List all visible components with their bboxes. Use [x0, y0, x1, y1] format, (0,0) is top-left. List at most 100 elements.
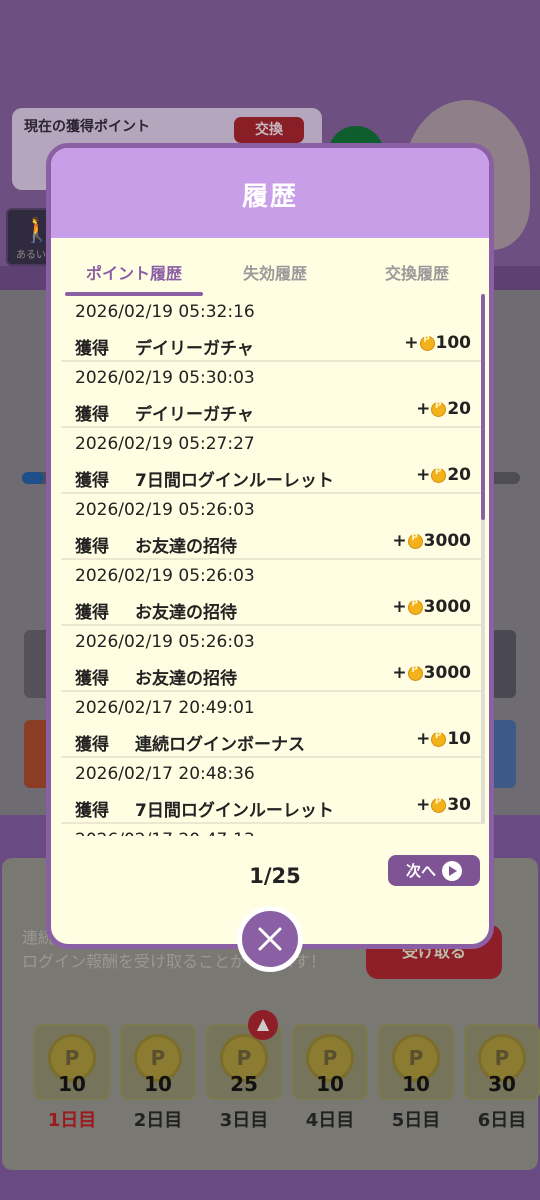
history-item: 2026/02/19 05:30:03 獲得 デイリーガチャ +20 [61, 362, 481, 428]
day-reward: P 10 2日目 [120, 1024, 196, 1154]
history-date: 2026/02/19 05:30:03 [75, 368, 255, 388]
modal-header: 履歴 [51, 148, 489, 238]
history-date: 2026/02/19 05:27:27 [75, 434, 255, 454]
tab-expired-history[interactable]: 失効履歴 [221, 256, 329, 296]
point-coin-icon [407, 533, 423, 549]
day-label: 4日目 [305, 1110, 355, 1131]
plus-sign: + [416, 729, 431, 749]
history-date: 2026/02/17 20:48:36 [75, 764, 255, 784]
history-item: 2026/02/19 05:26:03 獲得 お友達の招待 +3000 [61, 626, 481, 692]
amount-value: 3000 [423, 531, 471, 551]
plus-sign: + [404, 333, 419, 353]
point-coin-icon [407, 665, 423, 681]
plus-sign: + [392, 531, 407, 551]
history-item: 2026/02/19 05:26:03 獲得 お友達の招待 +3000 [61, 494, 481, 560]
history-description: 連続ログインボーナス [135, 735, 305, 755]
history-type: 獲得 [75, 603, 109, 623]
history-type: 獲得 [75, 669, 109, 689]
history-description: お友達の招待 [135, 669, 237, 689]
day-reward: P 25 3日目 [206, 1024, 282, 1154]
history-amount: +3000 [392, 663, 471, 683]
point-coin-icon [407, 599, 423, 615]
day-reward: P 10 1日目 [34, 1024, 110, 1154]
history-item: 2026/02/19 05:26:03 獲得 お友達の招待 +3000 [61, 560, 481, 626]
play-arrow-icon [442, 860, 462, 881]
day-amount: 30 [488, 1072, 516, 1096]
point-coin-icon [431, 401, 447, 417]
history-type: 獲得 [75, 801, 109, 821]
history-tabs: ポイント履歴 失効履歴 交換履歴 [51, 256, 489, 296]
history-type: 獲得 [75, 537, 109, 557]
amount-value: 100 [435, 333, 472, 353]
history-date: 2026/02/19 05:32:16 [75, 302, 255, 322]
history-scrollbar[interactable] [481, 294, 485, 824]
history-amount: +3000 [392, 597, 471, 617]
history-date: 2026/02/17 20:47:13 [75, 830, 255, 836]
day-reward: P 30 6日目 [464, 1024, 540, 1154]
history-item: 2026/02/17 20:48:36 獲得 7日間ログインルーレット +30 [61, 758, 481, 824]
history-modal: 履歴 ポイント履歴 失効履歴 交換履歴 2026/02/19 05:32:16 獲… [46, 143, 494, 949]
history-item: 2026/02/19 05:27:27 獲得 7日間ログインルーレット +20 [61, 428, 481, 494]
history-amount: +20 [416, 399, 471, 419]
history-description: デイリーガチャ [135, 405, 254, 425]
day-label: 5日目 [391, 1110, 441, 1131]
day-reward: P 10 5日目 [378, 1024, 454, 1154]
day-amount: 10 [58, 1072, 86, 1096]
history-date: 2026/02/19 05:26:03 [75, 500, 255, 520]
plus-sign: + [416, 795, 431, 815]
amount-value: 3000 [423, 597, 471, 617]
history-type: 獲得 [75, 405, 109, 425]
history-description: 7日間ログインルーレット [135, 801, 334, 821]
amount-value: 20 [447, 399, 471, 419]
history-date: 2026/02/19 05:26:03 [75, 566, 255, 586]
plus-sign: + [392, 663, 407, 683]
history-type: 獲得 [75, 339, 109, 359]
day-amount: 25 [230, 1072, 258, 1096]
scrollbar-thumb[interactable] [481, 294, 485, 520]
plus-sign: + [416, 399, 431, 419]
history-item: 2026/02/19 05:32:16 獲得 デイリーガチャ +100 [61, 296, 481, 362]
history-amount: +3000 [392, 531, 471, 551]
day-label: 1日目 [47, 1110, 97, 1131]
amount-value: 10 [447, 729, 471, 749]
close-button[interactable] [237, 906, 303, 972]
history-amount: +100 [404, 333, 471, 353]
amount-value: 30 [447, 795, 471, 815]
history-amount: +20 [416, 465, 471, 485]
walk-label: あるい [16, 250, 46, 261]
history-date: 2026/02/19 05:26:03 [75, 632, 255, 652]
up-arrow-icon: ▲ [248, 1010, 278, 1040]
exchange-button: 交換 [234, 117, 304, 143]
history-description: デイリーガチャ [135, 339, 254, 359]
day-reward: P 10 4日目 [292, 1024, 368, 1154]
tab-exchange-history[interactable]: 交換履歴 [363, 256, 471, 296]
plus-sign: + [416, 465, 431, 485]
next-label: 次へ [405, 862, 436, 880]
point-coin-icon [431, 731, 447, 747]
tab-point-history[interactable]: ポイント履歴 [65, 256, 203, 296]
history-list[interactable]: 2026/02/19 05:32:16獲得デイリーガチャ+1002026/02/… [61, 296, 481, 836]
next-page-button[interactable]: 次へ [388, 855, 480, 886]
history-item: 2026/02/17 20:49:01 獲得 連続ログインボーナス +10 [61, 692, 481, 758]
point-coin-icon [419, 335, 435, 351]
modal-title: 履歴 [241, 182, 298, 212]
point-coin-icon [431, 467, 447, 483]
history-description: お友達の招待 [135, 537, 237, 557]
history-description: 7日間ログインルーレット [135, 471, 334, 491]
day-label: 3日目 [219, 1110, 269, 1131]
history-item: 2026/02/17 20:47:13 [61, 824, 481, 836]
points-label: 現在の獲得ポイント [24, 119, 150, 135]
history-date: 2026/02/17 20:49:01 [75, 698, 255, 718]
history-amount: +30 [416, 795, 471, 815]
day-amount: 10 [316, 1072, 344, 1096]
day-amount: 10 [402, 1072, 430, 1096]
day-label: 6日目 [477, 1110, 527, 1131]
amount-value: 20 [447, 465, 471, 485]
day-amount: 10 [144, 1072, 172, 1096]
history-type: 獲得 [75, 471, 109, 491]
history-type: 獲得 [75, 735, 109, 755]
day-label: 2日目 [133, 1110, 183, 1131]
history-description: お友達の招待 [135, 603, 237, 623]
point-coin-icon [431, 797, 447, 813]
close-icon [258, 927, 282, 951]
